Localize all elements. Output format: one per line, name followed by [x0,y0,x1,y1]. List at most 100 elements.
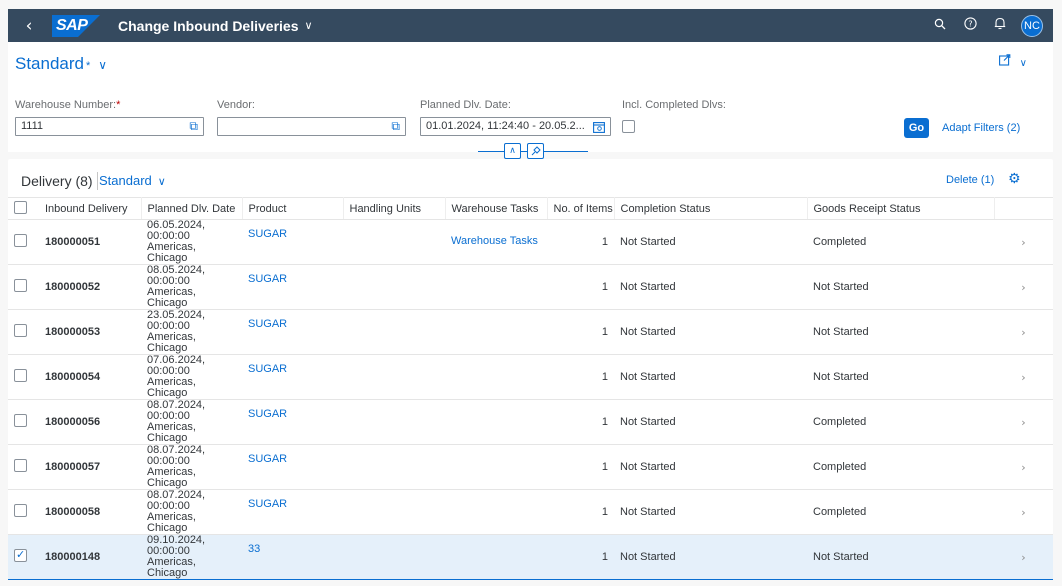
inbound-delivery-cell: 180000053 [39,309,141,355]
product-link[interactable]: SUGAR [248,363,287,375]
planned-date-line: Chicago [147,567,188,579]
column-header-completion-status[interactable]: Completion Status [614,197,808,220]
column-header-inbound-delivery[interactable]: Inbound Delivery [39,197,142,220]
warehouse-number-input[interactable]: 1111 ⧉ [15,117,204,136]
row-checkbox[interactable] [14,548,27,562]
handling-units-cell [343,354,445,400]
no-of-items-cell: 1 [547,219,614,265]
row-select-cell [8,354,39,400]
delete-button[interactable]: Delete (1) [946,174,994,186]
row-navigation-icon[interactable]: › [994,534,1053,580]
handling-units-cell [343,444,445,490]
go-button[interactable]: Go [904,118,929,138]
table-row[interactable]: 180000052 08.05.2024, 00:00:00 Americas, Ch… [8,264,1053,310]
table-body: 180000051 06.05.2024, 00:00:00 Americas, Ch… [8,219,1053,580]
inbound-delivery-cell: 180000051 [39,219,141,265]
row-navigation-icon[interactable]: › [994,399,1053,445]
select-all-checkbox[interactable] [14,200,27,214]
user-avatar[interactable]: NC [1021,14,1043,37]
row-navigation-icon[interactable]: › [994,354,1053,400]
planned-date-line: 00:00:00 Americas, [147,230,196,253]
goods-receipt-status-cell: Not Started [807,309,994,355]
row-navigation-icon[interactable]: › [994,309,1053,355]
filter-vendor: Vendor: ⧉ [217,99,406,136]
sap-logo[interactable]: SAP [52,14,100,37]
inbound-delivery-cell: 180000056 [39,399,141,445]
column-header-product[interactable]: Product [242,197,344,220]
planned-date-line: 00:00:00 Americas, [147,275,196,298]
notification-bell-icon[interactable] [985,17,1015,34]
handling-units-cell [343,489,445,535]
inbound-delivery-cell: 180000057 [39,444,141,490]
table-variant-selector[interactable]: Standard ∨ [99,173,166,188]
warehouse-tasks-cell: Warehouse Tasks [445,219,547,265]
app-title-menu[interactable]: Change Inbound Deliveries ∨ [118,18,313,34]
chevron-down-icon: ∨ [1019,58,1027,69]
column-header-handling-units[interactable]: Handling Units [343,197,446,220]
product-link[interactable]: SUGAR [248,498,287,510]
value-help-icon[interactable]: ⧉ [189,119,198,134]
include-completed-checkbox[interactable] [622,120,635,133]
table-variant-name: Standard [99,173,152,188]
planned-date-cell: 08.05.2024, 00:00:00 Americas, Chicago [141,264,242,310]
planned-date-line: Chicago [147,522,188,534]
warehouse-tasks-cell [445,489,547,535]
share-icon[interactable]: ∨ [998,54,1027,70]
table-row[interactable]: 180000051 06.05.2024, 00:00:00 Americas, Ch… [8,219,1053,265]
goods-receipt-status-cell: Completed [807,489,994,535]
product-link[interactable]: SUGAR [248,453,287,465]
row-checkbox[interactable] [14,369,27,382]
column-header-goods-receipt-status[interactable]: Goods Receipt Status [807,197,995,220]
row-checkbox[interactable] [14,234,27,247]
shell-bar: ‹ SAP Change Inbound Deliveries ∨ ? NC [8,9,1053,42]
handling-units-cell [343,309,445,355]
row-navigation-icon[interactable]: › [994,489,1053,535]
row-select-cell [8,219,39,265]
column-header-warehouse-tasks[interactable]: Warehouse Tasks [445,197,548,220]
table-row[interactable]: 180000057 08.07.2024, 00:00:00 Americas, Ch… [8,444,1053,490]
row-checkbox[interactable] [14,414,27,427]
goods-receipt-status-cell: Completed [807,444,994,490]
warehouse-tasks-link[interactable]: Warehouse Tasks [451,235,538,247]
product-link[interactable]: 33 [248,543,260,555]
product-link[interactable]: SUGAR [248,273,287,285]
planned-date-line: Chicago [147,252,188,264]
pin-header-icon[interactable] [527,143,544,159]
product-link[interactable]: SUGAR [248,318,287,330]
table-row[interactable]: 180000054 07.06.2024, 00:00:00 Americas, Ch… [8,354,1053,400]
row-navigation-icon[interactable]: › [994,444,1053,490]
calendar-icon[interactable] [593,119,605,136]
row-navigation-icon[interactable]: › [994,219,1053,265]
planned-date-line: 00:00:00 Americas, [147,500,196,523]
chevron-left-icon[interactable]: ‹ [16,16,42,36]
row-checkbox[interactable] [14,279,27,292]
row-checkbox[interactable] [14,459,27,472]
planned-date-input[interactable]: 01.01.2024, 11:24:40 - 20.05.2... [420,117,611,136]
delivery-table-panel: Delivery (8) Standard ∨ Delete (1) ⚙ Inbo… [8,159,1053,580]
table-row[interactable]: 180000053 23.05.2024, 00:00:00 Americas, Ch… [8,309,1053,355]
row-navigation-icon[interactable]: › [994,264,1053,310]
help-icon[interactable]: ? [955,17,985,34]
table-row[interactable]: 18000014809.10.2024,00:00:00 Americas,Ch… [8,534,1053,580]
table-row[interactable]: 180000056 08.07.2024, 00:00:00 Americas, Ch… [8,399,1053,445]
product-cell: SUGAR [242,354,343,400]
row-checkbox[interactable] [14,504,27,517]
product-link[interactable]: SUGAR [248,408,287,420]
search-icon[interactable] [925,18,955,34]
column-header-planned-date[interactable]: Planned Dlv. Date [141,197,243,220]
inbound-delivery-cell: 180000052 [39,264,141,310]
collapse-header-icon[interactable]: ∧ [504,143,521,159]
no-of-items-cell: 1 [547,264,614,310]
toolbar-separator [97,172,98,190]
planned-date-cell: 08.07.2024, 00:00:00 Americas, Chicago [141,489,242,535]
row-checkbox[interactable] [14,324,27,337]
adapt-filters-button[interactable]: Adapt Filters (2) [942,122,1020,134]
completion-status-cell: Not Started [614,399,807,445]
table-row[interactable]: 180000058 08.07.2024, 00:00:00 Americas, Ch… [8,489,1053,535]
column-header-no-of-items[interactable]: No. of Items [547,197,615,220]
value-help-icon[interactable]: ⧉ [391,119,400,134]
page-variant-selector[interactable]: Standard * ∨ [15,54,107,74]
product-link[interactable]: SUGAR [248,228,287,240]
vendor-input[interactable]: ⧉ [217,117,406,136]
gear-icon[interactable]: ⚙ [1008,171,1021,187]
